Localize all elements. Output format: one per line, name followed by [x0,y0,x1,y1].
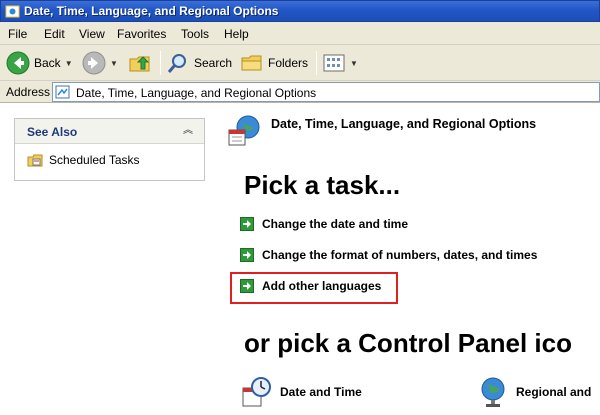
green-arrow-icon [240,248,254,262]
task-label: Change the date and time [262,217,409,231]
see-also-header[interactable]: See Also ︽ [15,119,204,144]
window-title: Date, Time, Language, and Regional Optio… [24,4,279,18]
search-label: Search [194,56,233,70]
menu-help[interactable]: Help [224,27,249,41]
views-button[interactable]: ▼ [322,50,358,76]
folders-icon [241,55,262,71]
see-also-title: See Also [27,125,78,139]
back-arrow-icon [6,51,30,75]
control-panel-icon [5,5,20,18]
collapse-chevron-icon[interactable]: ︽ [180,123,196,139]
task-label: Add other languages [262,279,382,293]
pick-task-title: Pick a task... [244,170,401,200]
content-area: See Also ︽ Scheduled Tasks Date, Time, L… [0,104,600,415]
see-also-panel: See Also ︽ Scheduled Tasks [14,118,205,181]
toolbar: Back ▼ ▼ Search Folders ▼ [0,45,600,81]
globe-icon [481,377,505,407]
title-bar[interactable]: Date, Time, Language, and Regional Optio… [0,0,600,22]
task-change-number-format[interactable]: Change the format of numbers, dates, and… [240,248,537,262]
control-panel-icon [55,85,70,99]
back-button[interactable]: Back ▼ [6,50,73,76]
menu-view[interactable]: View [79,27,105,41]
green-arrow-icon [240,217,254,231]
up-folder-icon [129,56,150,72]
control-panel-item-label: Date and Time [280,385,362,399]
task-label: Change the format of numbers, dates, and… [262,248,538,262]
back-dropdown-icon[interactable]: ▼ [65,59,73,68]
page-heading: Date, Time, Language, and Regional Optio… [271,117,537,131]
address-bar: Address Date, Time, Language, and Region… [0,81,600,103]
menu-tools[interactable]: Tools [181,27,209,41]
forward-arrow-icon [82,51,106,75]
control-panel-item-date-time[interactable]: Date and Time [240,376,362,408]
task-change-date-time[interactable]: Change the date and time [240,217,408,231]
up-folder-button[interactable] [128,50,152,76]
views-icon [323,54,345,72]
views-dropdown-icon[interactable]: ▼ [350,59,358,68]
back-label: Back [34,56,61,70]
toolbar-separator [160,51,161,75]
forward-dropdown-icon[interactable]: ▼ [110,59,118,68]
address-value: Date, Time, Language, and Regional Optio… [76,86,317,100]
scheduled-tasks-icon [27,154,43,167]
menu-edit[interactable]: Edit [44,27,65,41]
task-add-other-languages[interactable]: Add other languages [240,279,381,293]
search-button[interactable]: Search [166,50,232,76]
green-arrow-icon [240,279,254,293]
see-also-item-scheduled-tasks[interactable]: Scheduled Tasks [27,152,140,168]
menu-file[interactable]: File [8,27,27,41]
menu-favorites[interactable]: Favorites [117,27,166,41]
date-time-language-icon [228,115,260,146]
pick-icon-title: or pick a Control Panel ico [244,328,572,358]
address-label: Address [6,85,51,99]
search-icon [167,54,186,73]
see-also-item-label: Scheduled Tasks [49,153,140,167]
control-panel-item-label: Regional and [516,385,592,399]
folders-button[interactable]: Folders [240,50,308,76]
address-input[interactable]: Date, Time, Language, and Regional Optio… [52,82,600,102]
toolbar-separator [316,51,317,75]
menu-bar: File Edit View Favorites Tools Help [0,22,600,45]
control-panel-item-regional[interactable]: Regional and [478,376,591,408]
folders-label: Folders [268,56,309,70]
clock-icon [242,377,271,407]
forward-button[interactable]: ▼ [82,50,118,76]
